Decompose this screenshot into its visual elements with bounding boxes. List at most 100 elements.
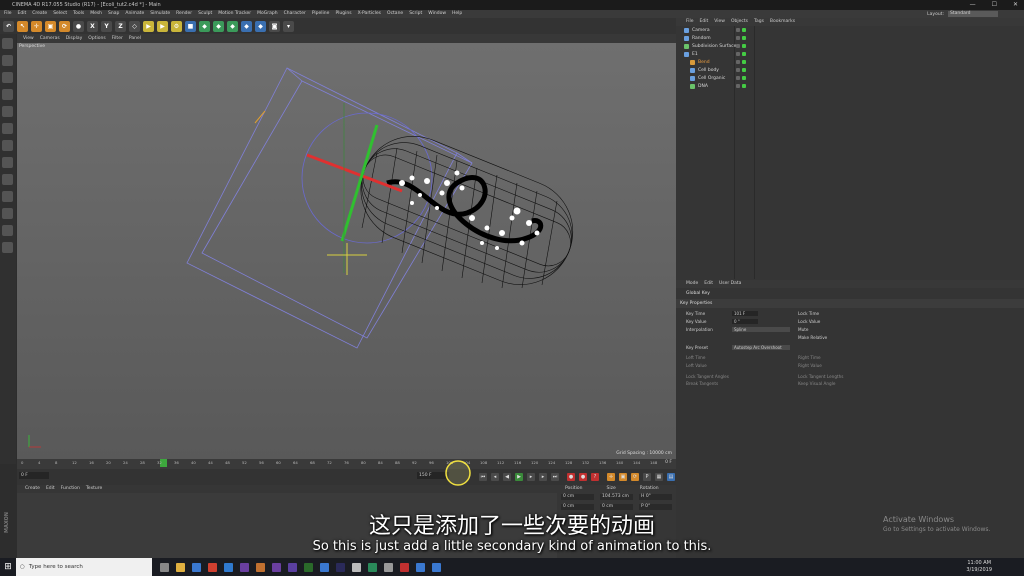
subdivision-icon[interactable]: ◆ [199,20,210,32]
record-icon[interactable]: ● [567,473,575,481]
y-axis-button[interactable]: Y [101,20,112,32]
viewport-menu-view[interactable]: View [23,34,34,43]
locked-workplane-icon[interactable] [2,208,13,219]
menu-simulate[interactable]: Simulate [150,10,170,18]
attribute-menu-mode[interactable]: Mode [686,280,698,288]
taskbar-search[interactable]: ○ Type here to search [16,558,152,576]
scale-icon[interactable]: ▣ [45,20,56,32]
scale-key-icon[interactable]: ▣ [619,473,627,481]
menu-script[interactable]: Script [409,10,422,18]
app-icon[interactable] [320,562,329,572]
viewport-menu-cameras[interactable]: Cameras [40,34,60,43]
menu-pipeline[interactable]: Pipeline [312,10,330,18]
light-icon[interactable]: ▾ [283,20,294,32]
solo-icon[interactable] [2,242,13,253]
size-x-field[interactable]: 104.573 cm [600,494,633,500]
rotate-icon[interactable]: ⟳ [59,20,70,32]
workplane-icon[interactable] [2,89,13,100]
camera-icon[interactable]: ◙ [269,20,280,32]
visibility-flags[interactable] [736,76,746,80]
timeline-window-icon[interactable]: ▤ [667,473,675,481]
viewport-menu-options[interactable]: Options [88,34,105,43]
object-row-cell-body[interactable]: Cell body [676,66,1024,74]
media-encoder-icon[interactable] [304,562,313,572]
menu-mesh[interactable]: Mesh [90,10,102,18]
menu-animate[interactable]: Animate [125,10,144,18]
render-settings-icon[interactable]: ⚙ [171,20,182,32]
app-icon[interactable] [416,562,425,572]
menu-select[interactable]: Select [53,10,67,18]
render-picture-viewer-icon[interactable]: ▶ [157,20,168,32]
go-to-start-icon[interactable]: ⏮ [479,473,487,481]
taskbar-clock[interactable]: 11:00 AM 3/19/2019 [966,560,992,574]
menu-snap[interactable]: Snap [108,10,119,18]
menu-file[interactable]: File [4,10,12,18]
timeline-ruler[interactable]: 0 4 8 12 16 20 24 28 32 36 40 44 48 52 56 60 64 68 72 76 80 8… [17,459,676,469]
go-to-end-icon[interactable]: ⏭ [551,473,559,481]
current-frame-field[interactable]: 0 F [19,472,49,479]
material-menu-function[interactable]: Function [61,485,80,493]
coordinate-system-icon[interactable]: ◇ [129,20,140,32]
rotation-key-icon[interactable]: ⟳ [631,473,639,481]
recent-tool-icon[interactable]: ● [73,20,84,32]
menu-mograph[interactable]: MoGraph [257,10,277,18]
visibility-flags[interactable] [736,44,746,48]
position-key-icon[interactable]: ✛ [607,473,615,481]
menu-octane[interactable]: Octane [387,10,403,18]
menu-x-particles[interactable]: X-Particles [358,10,381,18]
next-key-icon[interactable]: ▸ [539,473,547,481]
maximize-button[interactable]: ☐ [992,0,997,10]
next-frame-icon[interactable]: ▸ [527,473,535,481]
model-mode-icon[interactable] [2,55,13,66]
points-mode-icon[interactable] [2,106,13,117]
key-value-field[interactable]: 0 ° [732,319,758,324]
instance-icon[interactable]: ◆ [227,20,238,32]
x-axis-button[interactable]: X [87,20,98,32]
adobe-app-icon[interactable] [288,562,297,572]
viewport-menu-display[interactable]: Display [66,34,83,43]
mail-icon[interactable] [192,562,201,572]
opera-icon[interactable] [400,562,409,572]
texture-mode-icon[interactable] [2,72,13,83]
live-selection-icon[interactable]: ↖ [17,20,28,32]
premiere-icon[interactable] [272,562,281,572]
position-x-field[interactable]: 0 cm [561,494,594,500]
object-row-camera[interactable]: Camera [676,26,1024,34]
minimize-button[interactable]: — [970,0,976,10]
point-level-icon[interactable]: ▦ [655,473,663,481]
object-row-e1[interactable]: E1 [676,50,1024,58]
autokey-icon[interactable]: ● [579,473,587,481]
app-icon[interactable] [432,562,441,572]
object-row-random[interactable]: Random [676,34,1024,42]
undo-icon[interactable]: ↶ [3,20,14,32]
attribute-menu-user-data[interactable]: User Data [719,280,741,288]
chrome-icon[interactable] [208,562,217,572]
rotation-h-field[interactable]: H 0° [639,494,672,500]
deformer-icon[interactable]: ◆ [241,20,252,32]
make-editable-icon[interactable] [2,38,13,49]
edges-mode-icon[interactable] [2,123,13,134]
viewport-menu-panel[interactable]: Panel [129,34,141,43]
object-row-dna[interactable]: DNA [676,82,1024,90]
previous-key-icon[interactable]: ◂ [491,473,499,481]
app-icon[interactable] [352,562,361,572]
axis-mode-icon[interactable] [2,157,13,168]
menu-window[interactable]: Window [428,10,446,18]
menu-character[interactable]: Character [284,10,306,18]
planar-workplane-icon[interactable] [2,225,13,236]
object-row-subdivision-surface[interactable]: Subdivision Surface [676,42,1024,50]
interpolation-dropdown[interactable]: Spline [732,327,790,332]
material-menu-texture[interactable]: Texture [86,485,102,493]
render-view-icon[interactable]: ▶ [143,20,154,32]
z-axis-button[interactable]: Z [115,20,126,32]
material-menu-create[interactable]: Create [25,485,40,493]
material-menu-edit[interactable]: Edit [46,485,55,493]
perspective-viewport[interactable]: Perspective Grid Spacing: 10000 cm [17,43,676,459]
objects-menu-view[interactable]: View [714,18,725,26]
objects-menu-edit[interactable]: Edit [700,18,709,26]
object-row-cell-organic[interactable]: Cell Organic [676,74,1024,82]
environment-icon[interactable]: ◆ [255,20,266,32]
photoshop-icon[interactable] [224,562,233,572]
visibility-flags[interactable] [736,84,746,88]
close-button[interactable]: ✕ [1013,0,1018,10]
